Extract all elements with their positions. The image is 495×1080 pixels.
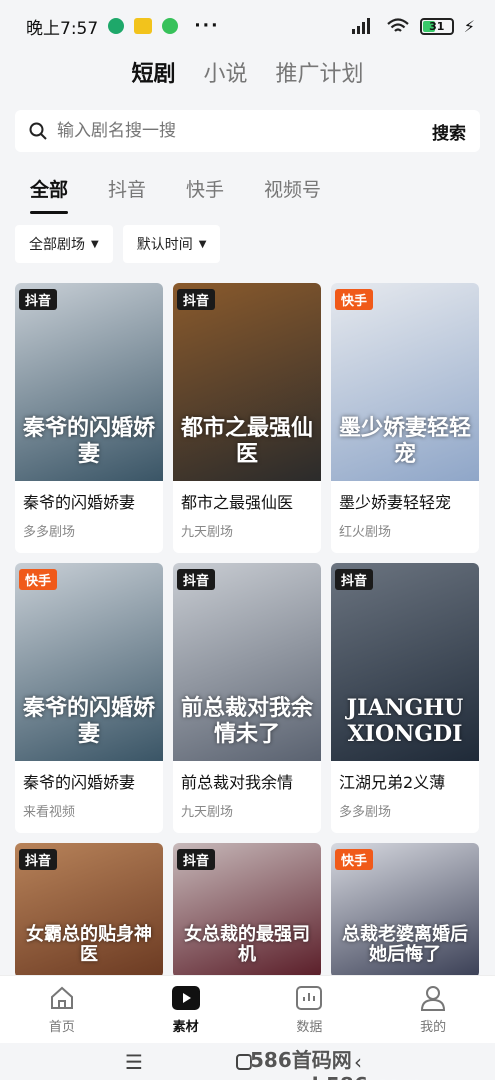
drama-source: 多多剧场 — [339, 805, 392, 820]
nav-item-0[interactable]: 首页 — [17, 984, 107, 1035]
filters: 全部剧场 ▼ 默认时间 ▼ — [15, 225, 221, 263]
filter-label: 全部剧场 — [29, 237, 85, 253]
caret-down-icon: ▼ — [91, 238, 99, 250]
platform-badge: 抖音 — [177, 569, 216, 590]
category-tab-0[interactable]: 全部 — [30, 175, 69, 214]
nav-label: 我的 — [420, 1020, 447, 1035]
filter-label: 默认时间 — [136, 237, 193, 253]
drama-title: 秦爷的闪婚娇妻 — [23, 493, 136, 512]
category-tabs: 全部 抖音 快手 视频号 — [30, 175, 321, 214]
charging-icon: ⚡ — [463, 16, 475, 36]
drama-poster: 抖音都市之最强仙医 — [173, 283, 321, 481]
drama-grid: 抖音 秦爷的闪婚娇妻 秦爷的闪婚娇妻 多多剧场 抖音 都市之最强仙医 都市之最强仙医 九天剧场… — [15, 283, 480, 978]
platform-badge: 快手 — [335, 289, 374, 310]
platform-badge: 抖音 — [177, 289, 216, 310]
drama-poster: 抖音女霸总的贴身神医 — [15, 843, 163, 978]
caret-down-icon: ▼ — [198, 238, 207, 250]
top-tab-2[interactable]: 推广计划 — [276, 56, 364, 92]
nav-label: 数据 — [296, 1020, 323, 1035]
status-bar: 晚上7:57 ··· 31 ⚡ — [0, 0, 495, 52]
drama-card[interactable]: 快手总裁老婆离婚后她后悔了 — [331, 843, 479, 978]
poster-title-art: 女霸总的贴身神医 — [26, 923, 152, 966]
nav-label: 首页 — [48, 1020, 75, 1035]
search-bar[interactable]: 搜索 — [15, 110, 480, 152]
status-time: 晚上7:57 — [26, 18, 99, 39]
bottom-nav: 首页 素材 数据 我的 — [0, 975, 495, 1043]
user-icon — [418, 984, 448, 1012]
platform-badge: 抖音 — [177, 849, 216, 870]
drama-card[interactable]: 抖音 都市之最强仙医 都市之最强仙医 九天剧场 — [173, 283, 321, 553]
search-button[interactable]: 搜索 — [432, 119, 466, 144]
drama-card[interactable]: 快手 秦爷的闪婚娇妻 秦爷的闪婚娇妻 来看视频 — [15, 563, 163, 833]
shield-icon — [108, 18, 125, 34]
poster-title-art: 墨少娇妻轻轻宠 — [339, 415, 472, 467]
drama-poster: 抖音女总裁的最强司机 — [173, 843, 321, 978]
drama-poster: 抖音 JIANGHU XIONGDI — [331, 563, 479, 761]
poster-title-art: 秦爷的闪婚娇妻 — [23, 415, 156, 467]
home-icon — [47, 984, 77, 1012]
platform-badge: 抖音 — [335, 569, 374, 590]
drama-title: 前总裁对我余情 — [181, 773, 294, 792]
top-tab-0[interactable]: 短剧 — [131, 56, 175, 92]
platform-badge: 抖音 — [19, 289, 58, 310]
category-tab-3[interactable]: 视频号 — [264, 175, 321, 202]
drama-source: 来看视频 — [23, 805, 76, 820]
wifi-icon — [387, 18, 409, 32]
drama-card[interactable]: 抖音女霸总的贴身神医 — [15, 843, 163, 978]
drama-card[interactable]: 抖音 JIANGHU XIONGDI 江湖兄弟2义薄多多剧场 — [331, 563, 479, 833]
nav-item-1[interactable]: 素材 — [141, 984, 231, 1035]
drama-source: 多多剧场 — [23, 525, 76, 540]
chart-icon — [294, 984, 324, 1012]
menu-icon[interactable]: ☰ — [125, 1050, 143, 1074]
drama-card[interactable]: 抖音女总裁的最强司机 — [173, 843, 321, 978]
drama-source: 红火剧场 — [339, 525, 392, 540]
battery-level: 31 — [429, 19, 445, 33]
drama-title: 江湖兄弟2义薄 — [339, 773, 446, 792]
nav-label: 素材 — [172, 1020, 199, 1035]
search-input[interactable] — [57, 121, 432, 141]
watermark: 586首码网 www.h586.com — [250, 1048, 422, 1080]
category-tab-2[interactable]: 快手 — [186, 175, 224, 202]
nav-item-3[interactable]: 我的 — [388, 984, 478, 1035]
search-icon — [29, 122, 47, 140]
drama-poster: 抖音前总裁对我余情未了 — [173, 563, 321, 761]
poster-title-art: 都市之最强仙医 — [181, 415, 314, 467]
drama-title: 都市之最强仙医 — [181, 493, 294, 512]
drama-card[interactable]: 快手 墨少娇妻轻轻宠 墨少娇妻轻轻宠 红火剧场 — [331, 283, 479, 553]
drama-poster: 快手墨少娇妻轻轻宠 — [331, 283, 479, 481]
app-notification-icon — [134, 18, 153, 34]
filter-dropdown-0[interactable]: 全部剧场 ▼ — [15, 225, 113, 263]
drama-title: 秦爷的闪婚娇妻 — [23, 773, 136, 792]
poster-title-art: JIANGHU XIONGDI — [346, 695, 464, 747]
battery-icon: 31 — [419, 17, 454, 35]
poster-title-art: 女总裁的最强司机 — [184, 923, 310, 966]
more-notifications-icon: ··· — [194, 16, 220, 36]
play-icon — [171, 984, 201, 1012]
poster-title-art: 总裁老婆离婚后她后悔了 — [342, 923, 468, 966]
drama-card[interactable]: 抖音 秦爷的闪婚娇妻 秦爷的闪婚娇妻 多多剧场 — [15, 283, 163, 553]
signal-icon — [351, 18, 370, 34]
drama-source: 九天剧场 — [181, 805, 234, 820]
drama-poster: 抖音秦爷的闪婚娇妻 — [15, 283, 163, 481]
platform-badge: 快手 — [19, 569, 58, 590]
poster-title-art: 前总裁对我余情未了 — [181, 695, 314, 747]
drama-title: 墨少娇妻轻轻宠 — [339, 493, 452, 512]
nav-item-2[interactable]: 数据 — [264, 984, 354, 1035]
drama-source: 九天剧场 — [181, 525, 234, 540]
poster-title-art: 秦爷的闪婚娇妻 — [23, 695, 156, 747]
location-icon — [162, 18, 179, 34]
drama-poster: 快手秦爷的闪婚娇妻 — [15, 563, 163, 761]
top-tabs: 短剧 小说 推广计划 — [0, 56, 495, 92]
filter-dropdown-1[interactable]: 默认时间 ▼ — [122, 225, 221, 263]
drama-card[interactable]: 抖音前总裁对我余情未了前总裁对我余情九天剧场 — [173, 563, 321, 833]
drama-poster: 快手总裁老婆离婚后她后悔了 — [331, 843, 479, 978]
category-tab-1[interactable]: 抖音 — [108, 175, 146, 202]
platform-badge: 抖音 — [19, 849, 58, 870]
top-tab-1[interactable]: 小说 — [203, 56, 247, 92]
platform-badge: 快手 — [335, 849, 374, 870]
